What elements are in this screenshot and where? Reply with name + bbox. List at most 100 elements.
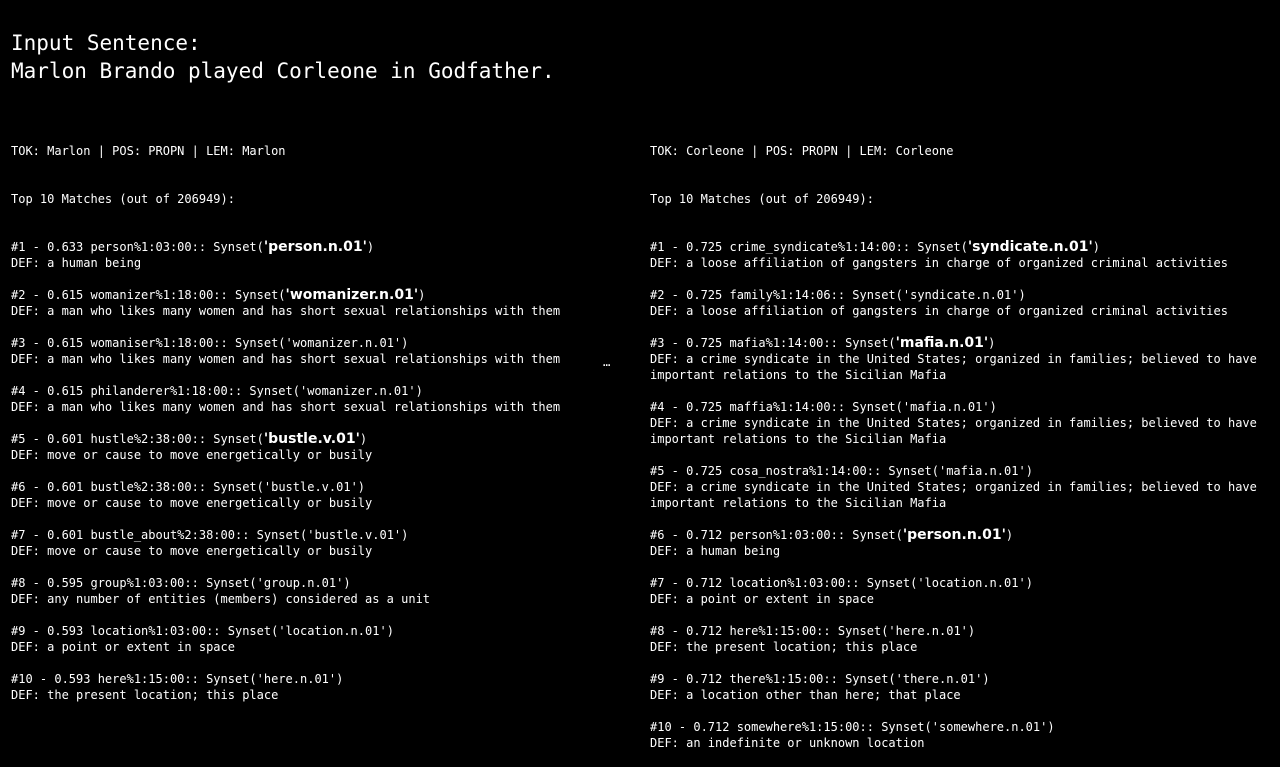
match-synset-line: #5 - 0.725 cosa_nostra%1:14:00:: Synset(… <box>650 463 1257 479</box>
match-synset: 'syndicate.n.01' <box>967 239 1093 255</box>
match-suffix: ) <box>359 432 368 446</box>
match-definition: DEF: a man who likes many women and has … <box>11 304 561 318</box>
match-definition: DEF: the present location; this place <box>11 688 279 702</box>
match-suffix: ) <box>401 336 409 350</box>
ellipsis-icon: ⋯ <box>603 358 611 372</box>
match-prefix: #8 - 0.712 here%1:15:00:: Synset( <box>650 624 889 638</box>
match-item: #2 - 0.615 womanizer%1:18:00:: Synset('w… <box>11 287 560 335</box>
match-suffix: ) <box>1025 464 1033 478</box>
match-synset: 'bustle.v.01' <box>263 480 358 494</box>
match-suffix: ) <box>1018 288 1026 302</box>
match-suffix: ) <box>357 480 366 494</box>
match-synset: 'here.n.01' <box>888 624 968 638</box>
match-definition: DEF: a man who likes many women and has … <box>11 352 561 366</box>
match-definition: DEF: a human being <box>650 544 781 558</box>
match-definition-cont: important relations to the Sicilian Mafi… <box>650 432 947 446</box>
match-prefix: #7 - 0.712 location%1:03:00:: Synset( <box>650 576 918 590</box>
match-prefix: #3 - 0.615 womaniser%1:18:00:: Synset( <box>11 336 286 350</box>
match-item: #9 - 0.593 location%1:03:00:: Synset('lo… <box>11 623 560 671</box>
match-definition: DEF: move or cause to move energetically… <box>11 544 373 558</box>
input-sentence-text: Marlon Brando played Corleone in Godfath… <box>11 59 555 83</box>
match-prefix: #4 - 0.615 philanderer%1:18:00:: Synset( <box>11 384 300 398</box>
match-definition: DEF: a human being <box>11 256 142 270</box>
match-synset: 'location.n.01' <box>278 624 387 638</box>
match-synset: 'there.n.01' <box>895 672 983 686</box>
match-definition-cont: important relations to the Sicilian Mafi… <box>650 496 947 510</box>
match-synset: 'person.n.01' <box>263 239 367 255</box>
match-synset: 'mafia.n.01' <box>895 335 989 351</box>
token-column-marlon: TOK: Marlon | POS: PROPN | LEM: Marlon T… <box>11 111 560 719</box>
match-definition: DEF: a loose affiliation of gangsters in… <box>650 256 1228 270</box>
match-suffix: ) <box>967 624 976 638</box>
match-synset: 'person.n.01' <box>902 527 1006 543</box>
match-definition: DEF: a loose affiliation of gangsters in… <box>650 304 1228 318</box>
match-prefix: #2 - 0.615 womanizer%1:18:00:: Synset( <box>11 288 286 302</box>
match-synset-line: #2 - 0.725 family%1:14:06:: Synset('synd… <box>650 287 1257 303</box>
match-suffix: ) <box>989 400 997 414</box>
match-prefix: #5 - 0.601 hustle%2:38:00:: Synset( <box>11 432 264 446</box>
match-prefix: #6 - 0.601 bustle%2:38:00:: Synset( <box>11 480 264 494</box>
match-synset: 'somewhere.n.01' <box>931 720 1048 734</box>
match-suffix: ) <box>401 528 409 542</box>
match-prefix: #10 - 0.712 somewhere%1:15:00:: Synset( <box>650 720 932 734</box>
match-item: #10 - 0.712 somewhere%1:15:00:: Synset('… <box>650 719 1257 751</box>
match-synset-line: #10 - 0.712 somewhere%1:15:00:: Synset('… <box>650 719 1257 735</box>
top-matches-label: Top 10 Matches (out of 206949): <box>650 192 874 206</box>
top-matches-label: Top 10 Matches (out of 206949): <box>11 192 235 206</box>
match-prefix: #9 - 0.593 location%1:03:00:: Synset( <box>11 624 279 638</box>
match-synset: 'bustle.v.01' <box>263 431 360 447</box>
match-synset-line: #2 - 0.615 womanizer%1:18:00:: Synset('w… <box>11 287 560 303</box>
match-item: #2 - 0.725 family%1:14:06:: Synset('synd… <box>650 287 1257 335</box>
match-definition: DEF: any number of entities (members) co… <box>11 592 431 606</box>
match-item: #4 - 0.725 maffia%1:14:00:: Synset('mafi… <box>650 399 1257 463</box>
match-definition: DEF: move or cause to move energetically… <box>11 448 373 462</box>
match-item: #7 - 0.601 bustle_about%2:38:00:: Synset… <box>11 527 560 575</box>
match-list: #1 - 0.725 crime_syndicate%1:14:00:: Syn… <box>650 239 1257 751</box>
match-synset-line: #9 - 0.712 there%1:15:00:: Synset('there… <box>650 671 1257 687</box>
match-prefix: #6 - 0.712 person%1:03:00:: Synset( <box>650 528 903 542</box>
match-suffix: ) <box>1092 240 1100 254</box>
input-sentence-label: Input Sentence: <box>11 31 201 55</box>
match-definition: DEF: a crime syndicate in the United Sta… <box>650 352 1257 366</box>
match-prefix: #7 - 0.601 bustle_about%2:38:00:: Synset… <box>11 528 308 542</box>
match-item: #5 - 0.601 hustle%2:38:00:: Synset('bust… <box>11 431 560 479</box>
match-suffix: ) <box>982 672 990 686</box>
match-synset-line: #4 - 0.725 maffia%1:14:00:: Synset('mafi… <box>650 399 1257 415</box>
match-definition: DEF: an indefinite or unknown location <box>650 736 925 750</box>
match-item: #4 - 0.615 philanderer%1:18:00:: Synset(… <box>11 383 560 431</box>
match-synset-line: #6 - 0.601 bustle%2:38:00:: Synset('bust… <box>11 479 560 495</box>
match-suffix: ) <box>1025 576 1033 590</box>
match-suffix: ) <box>988 336 996 350</box>
match-item: #9 - 0.712 there%1:15:00:: Synset('there… <box>650 671 1257 719</box>
match-synset-line: #10 - 0.593 here%1:15:00:: Synset('here.… <box>11 671 560 687</box>
match-synset: 'mafia.n.01' <box>938 464 1026 478</box>
match-suffix: ) <box>386 624 394 638</box>
match-list: #1 - 0.633 person%1:03:00:: Synset('pers… <box>11 239 560 703</box>
match-suffix: ) <box>418 288 426 302</box>
match-synset-line: #4 - 0.615 philanderer%1:18:00:: Synset(… <box>11 383 560 399</box>
match-synset-line: #5 - 0.601 hustle%2:38:00:: Synset('bust… <box>11 431 560 447</box>
match-item: #8 - 0.595 group%1:03:00:: Synset('group… <box>11 575 560 623</box>
match-definition: DEF: a man who likes many women and has … <box>11 400 561 414</box>
input-sentence-title: Input Sentence: Marlon Brando played Corl… <box>11 29 555 85</box>
match-prefix: #3 - 0.725 mafia%1:14:00:: Synset( <box>650 336 896 350</box>
match-synset: 'location.n.01' <box>917 576 1026 590</box>
match-prefix: #8 - 0.595 group%1:03:00:: Synset( <box>11 576 257 590</box>
match-suffix: ) <box>1047 720 1055 734</box>
match-synset: 'syndicate.n.01' <box>902 288 1019 302</box>
match-synset: 'womanizer.n.01' <box>285 287 419 303</box>
token-header: TOK: Marlon | POS: PROPN | LEM: Marlon <box>11 144 286 158</box>
match-synset: 'here.n.01' <box>256 672 337 686</box>
match-item: #6 - 0.601 bustle%2:38:00:: Synset('bust… <box>11 479 560 527</box>
match-definition: DEF: a point or extent in space <box>11 640 235 654</box>
